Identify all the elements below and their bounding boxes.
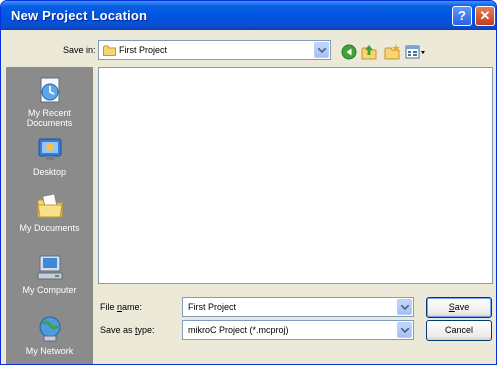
up-folder-icon[interactable] [361, 44, 377, 60]
places-bar: My Recent Documents Desktop My Documents… [6, 67, 93, 364]
chevron-down-icon[interactable] [397, 299, 412, 315]
desktop-icon [35, 135, 65, 165]
place-my-documents[interactable]: My Documents [6, 191, 93, 233]
recent-documents-icon [35, 76, 65, 106]
close-button[interactable]: ✕ [475, 6, 495, 26]
my-network-icon [35, 314, 65, 344]
dialog-title: New Project Location [11, 8, 148, 23]
place-my-computer[interactable]: My Computer [6, 253, 93, 295]
save-in-value: First Project [119, 45, 168, 55]
save-dialog: New Project Location ? ✕ Save in: First … [0, 0, 497, 365]
save-as-type-label: Save as type: [100, 325, 155, 335]
my-computer-icon [35, 253, 65, 283]
back-icon[interactable] [341, 44, 357, 60]
my-documents-icon [35, 191, 65, 221]
chevron-down-icon[interactable] [314, 42, 329, 58]
place-my-recent-documents[interactable]: My Recent Documents [6, 76, 93, 128]
save-as-type-label-post: ype: [137, 325, 155, 335]
place-label: My Computer [22, 285, 77, 295]
place-label: My Documents [19, 223, 80, 233]
new-folder-icon[interactable] [384, 44, 400, 60]
place-label: My Recent Documents [26, 108, 73, 128]
file-name-value: First Project [188, 302, 237, 312]
place-my-network[interactable]: My Network [6, 314, 93, 356]
file-name-input[interactable]: First Project [182, 297, 414, 317]
file-name-label-post: ame: [122, 302, 143, 312]
file-name-label: File name: [100, 302, 142, 312]
save-button-label: ave [454, 302, 470, 312]
place-desktop[interactable]: Desktop [6, 135, 93, 177]
place-label: My Network [25, 346, 74, 356]
save-as-type-value: mikroC Project (*.mcproj) [188, 325, 289, 335]
views-menu-icon[interactable] [405, 44, 427, 60]
save-in-dropdown[interactable]: First Project [98, 40, 331, 60]
save-as-type-dropdown[interactable]: mikroC Project (*.mcproj) [182, 320, 414, 340]
chevron-down-icon[interactable] [397, 322, 412, 338]
cancel-button[interactable]: Cancel [426, 320, 492, 341]
save-button[interactable]: Save [426, 297, 492, 318]
file-list[interactable] [98, 67, 493, 284]
save-in-label: Save in: [63, 45, 96, 55]
place-label: Desktop [32, 167, 67, 177]
save-as-type-label-pre: Save as [100, 325, 136, 335]
help-button[interactable]: ? [452, 6, 472, 26]
folder-icon [103, 45, 116, 58]
title-bar[interactable]: New Project Location ? ✕ [1, 1, 496, 30]
file-name-label-pre: File [100, 302, 118, 312]
